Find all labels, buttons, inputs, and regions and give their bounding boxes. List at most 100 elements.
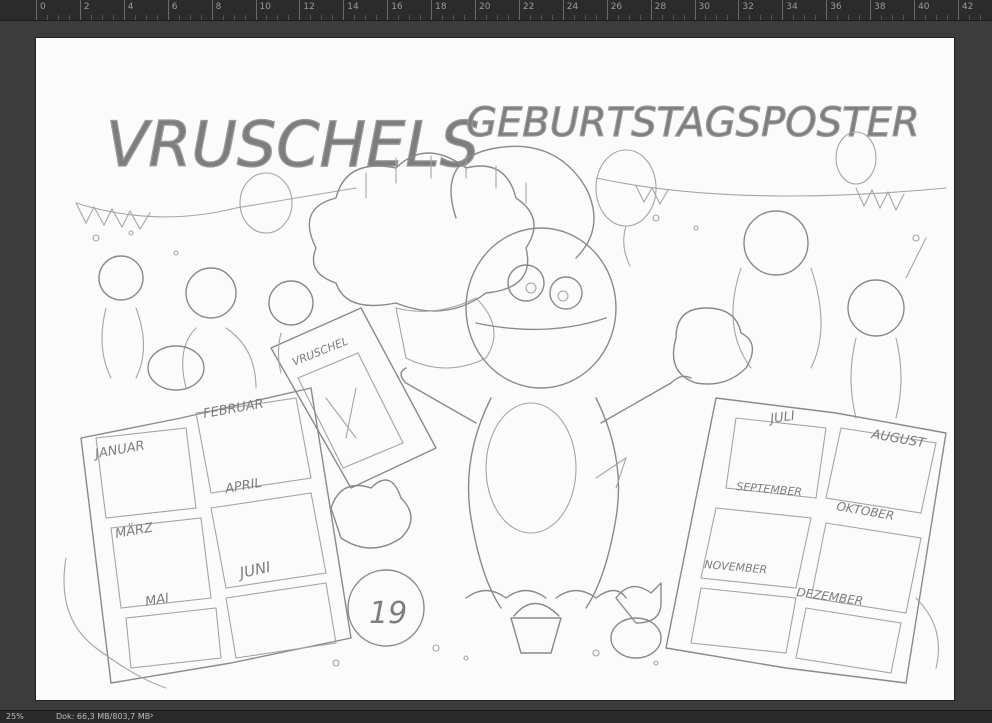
- ruler-minor-tick: [233, 15, 235, 20]
- ruler-tick-label: 40: [918, 2, 930, 12]
- ruler-minor-tick: [968, 15, 970, 20]
- ruler-minor-tick: [946, 15, 948, 20]
- ruler-tick-label: 10: [259, 2, 271, 12]
- ruler-tick-label: 32: [742, 2, 754, 12]
- ruler-minor-tick: [464, 15, 466, 20]
- ruler-tick: 0: [36, 0, 46, 20]
- right-calendar-sketch: JULI AUGUST SEPTEMBER OKTOBER NOVEMBER D…: [665, 397, 947, 684]
- svg-text:APRIL: APRIL: [223, 476, 263, 497]
- ruler-tick-label: 24: [566, 2, 579, 12]
- ruler-minor-tick: [200, 15, 202, 20]
- ruler-minor-tick: [804, 15, 806, 20]
- ruler-minor-tick: [848, 15, 850, 20]
- ruler-minor-tick: [485, 15, 487, 20]
- ruler-minor-tick: [420, 15, 422, 20]
- ruler-minor-tick: [189, 15, 191, 20]
- right-people-sketch: [672, 210, 927, 419]
- ruler-tick-label: 18: [435, 2, 447, 12]
- ruler-minor-tick: [90, 15, 92, 20]
- ruler-minor-tick: [540, 15, 542, 20]
- ruler-minor-tick: [453, 15, 455, 20]
- ruler-tick: 4: [123, 0, 134, 20]
- ruler-minor-tick: [716, 15, 718, 20]
- ruler-tick: 8: [211, 0, 221, 20]
- ruler-tick-label: 36: [830, 2, 842, 12]
- ruler-minor-tick: [222, 15, 224, 20]
- ruler-minor-tick: [507, 15, 509, 20]
- document-info: Dok: 66,3 MB/803,7 MB: [56, 712, 151, 721]
- ruler-tick-label: 2: [83, 2, 90, 12]
- ruler-minor-tick: [859, 15, 861, 20]
- left-calendar-sketch: JANUAR FEBRUAR MÄRZ APRIL MAI JUNI: [80, 387, 352, 684]
- ruler-tick: 18: [431, 0, 447, 20]
- ruler-minor-tick: [57, 15, 59, 20]
- ruler-minor-tick: [68, 15, 70, 20]
- ruler-tick: 30: [694, 0, 710, 20]
- svg-text:SEPTEMBER: SEPTEMBER: [736, 480, 803, 499]
- ruler-tick: 22: [518, 0, 534, 20]
- ruler-minor-tick: [551, 15, 553, 20]
- ruler-tick-label: 38: [874, 2, 886, 12]
- ruler-minor-tick: [683, 15, 685, 20]
- svg-text:FEBRUAR: FEBRUAR: [202, 397, 265, 422]
- status-bar: 25% Dok: 66,3 MB/803,7 MB ›: [0, 710, 992, 723]
- ruler-tick-label: 14: [347, 2, 359, 12]
- ruler-tick: 24: [562, 0, 578, 20]
- ruler-minor-tick: [178, 15, 180, 20]
- svg-text:VRUSCHEL: VRUSCHEL: [290, 335, 350, 369]
- ruler-tick-label: 28: [654, 2, 667, 12]
- ruler-tick: 28: [650, 0, 666, 20]
- ruler-minor-tick: [617, 15, 619, 20]
- ruler-minor-tick: [573, 15, 575, 20]
- dog-sketch: [330, 479, 412, 549]
- ruler-tick-label: 20: [479, 2, 491, 12]
- svg-text:DEZEMBER: DEZEMBER: [796, 585, 864, 608]
- ruler-minor-tick: [354, 15, 356, 20]
- ruler-minor-tick: [266, 15, 268, 20]
- ruler-minor-tick: [321, 15, 323, 20]
- ruler-minor-tick: [584, 15, 586, 20]
- ruler-tick-label: 12: [303, 2, 315, 12]
- left-people-sketch: [98, 255, 314, 391]
- ruler-minor-tick: [310, 15, 312, 20]
- ruler-minor-tick: [409, 15, 411, 20]
- ruler-minor-tick: [881, 15, 883, 20]
- ruler-tick-label: 4: [127, 2, 134, 12]
- main-character-sketch: [400, 145, 692, 609]
- ruler-minor-tick: [628, 15, 630, 20]
- ruler-minor-tick: [134, 15, 136, 20]
- svg-text:OKTOBER: OKTOBER: [835, 499, 895, 523]
- ruler-minor-tick: [277, 15, 279, 20]
- number-badge-text: 19: [369, 596, 407, 631]
- ruler-minor-tick: [529, 15, 531, 20]
- ruler-tick-label: 42: [961, 2, 974, 12]
- ruler-minor-tick: [771, 15, 773, 20]
- ruler-minor-tick: [46, 15, 48, 20]
- ruler-tick: 32: [738, 0, 754, 20]
- ruler-minor-tick: [244, 15, 246, 20]
- svg-text:NOVEMBER: NOVEMBER: [704, 558, 768, 576]
- ruler-tick-label: 8: [215, 2, 222, 12]
- ruler-tick-label: 0: [40, 2, 46, 12]
- ruler-minor-tick: [892, 15, 894, 20]
- status-menu-arrow-icon[interactable]: ›: [150, 711, 154, 721]
- svg-text:JANUAR: JANUAR: [91, 439, 146, 463]
- ruler-minor-tick: [496, 15, 498, 20]
- ruler-minor-tick: [145, 15, 147, 20]
- ruler-tick: 2: [79, 0, 90, 20]
- ruler-tick-label: 22: [522, 2, 535, 12]
- horizontal-ruler[interactable]: 0 2 4 6 8 10 12 14 16 18 20 22 24 26 28 30 32 34 36 38 40 42: [0, 0, 992, 21]
- svg-text:MAI: MAI: [144, 591, 170, 610]
- ruler-minor-tick: [727, 15, 729, 20]
- ruler-minor-tick: [661, 15, 663, 20]
- document-canvas[interactable]: VRUSCHELS GEBURTSTAGSPOSTER VRUSCHEL JAN…: [36, 38, 954, 700]
- ruler-tick-label: 16: [391, 2, 403, 12]
- ruler-minor-tick: [935, 15, 937, 20]
- ruler-minor-tick: [793, 15, 795, 20]
- ruler-minor-tick: [749, 15, 751, 20]
- ruler-minor-tick: [639, 15, 641, 20]
- ruler-minor-tick: [156, 15, 158, 20]
- zoom-level[interactable]: 25%: [6, 712, 24, 721]
- svg-text:MÄRZ: MÄRZ: [114, 519, 155, 542]
- svg-text:AUGUST: AUGUST: [869, 427, 927, 452]
